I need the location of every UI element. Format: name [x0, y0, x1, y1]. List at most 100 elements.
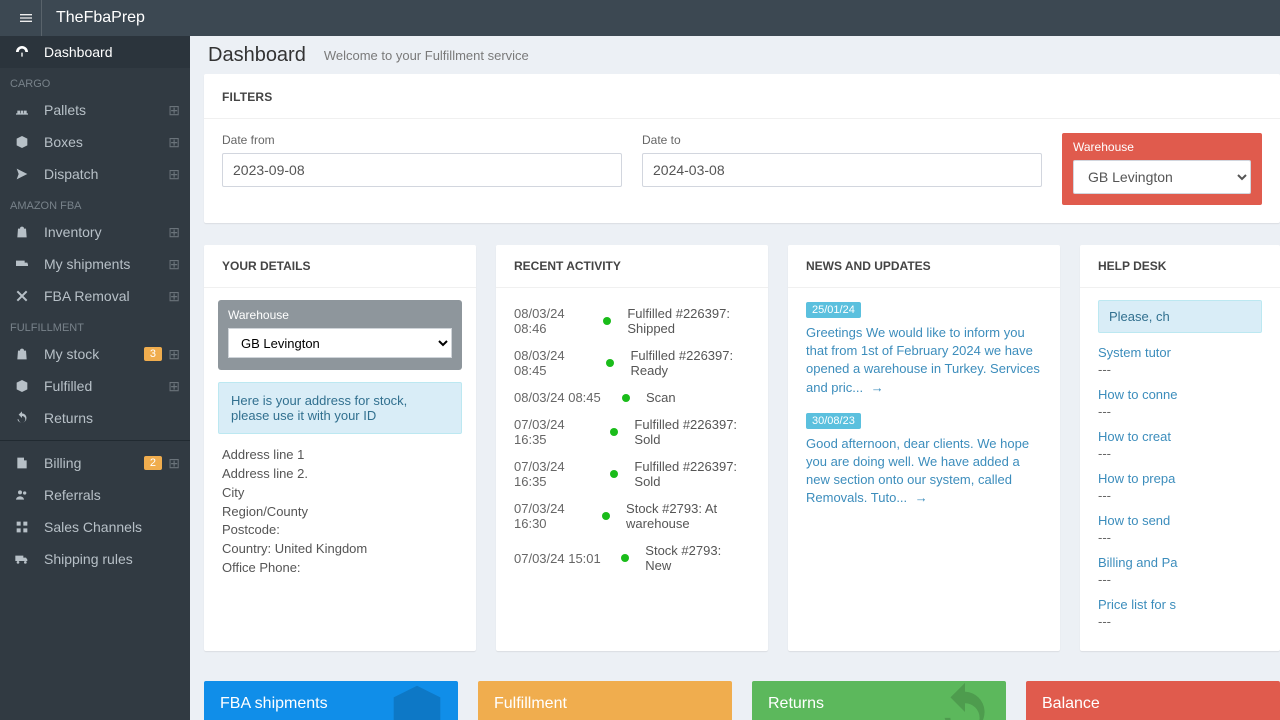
tile-label: Returns: [768, 695, 824, 712]
sidebar-item-label: Boxes: [44, 134, 83, 150]
dispatch-icon: [12, 164, 32, 184]
activity-row: 07/03/24 16:30 Stock #2793: At warehouse: [514, 495, 750, 537]
sidebar-item-dispatch[interactable]: Dispatch ⊞: [0, 158, 190, 190]
help-link[interactable]: How to creat: [1098, 429, 1262, 444]
activity-time: 07/03/24 16:35: [514, 459, 594, 489]
sidebar-item-label: Pallets: [44, 102, 86, 118]
tile-balance[interactable]: Balance: [1026, 681, 1280, 720]
help-link[interactable]: Billing and Pa: [1098, 555, 1262, 570]
your-details-card: YOUR DETAILS Warehouse GB Levington Here…: [204, 245, 476, 651]
address-line: Address line 1: [222, 446, 458, 465]
tile-fulfillment[interactable]: Fulfillment: [478, 681, 732, 720]
activity-time: 07/03/24 15:01: [514, 551, 605, 566]
help-separator: ---: [1098, 446, 1262, 461]
details-warehouse-select[interactable]: GB Levington: [228, 328, 452, 358]
activity-row: 08/03/24 08:46 Fulfilled #226397: Shipped: [514, 300, 750, 342]
activity-row: 07/03/24 16:35Fulfilled #226397: Sold: [514, 411, 750, 453]
help-separator: ---: [1098, 614, 1262, 629]
sidebar-item-mystock[interactable]: My stock 3 ⊞: [0, 338, 190, 370]
recent-activity-card: RECENT ACTIVITY 08/03/24 08:46 Fulfilled …: [496, 245, 768, 651]
help-link[interactable]: How to send: [1098, 513, 1262, 528]
stock-icon: [12, 344, 32, 364]
news-link[interactable]: Greetings We would like to inform you th…: [806, 324, 1042, 397]
date-from-input[interactable]: [222, 153, 622, 187]
sidebar-item-inventory[interactable]: Inventory ⊞: [0, 216, 190, 248]
address-line: Office Phone:: [222, 559, 458, 578]
sidebar-item-pallets[interactable]: Pallets ⊞: [0, 94, 190, 126]
activity-text: Fulfilled #226397: Shipped: [627, 306, 750, 336]
activity-text: Scan: [646, 390, 676, 405]
sidebar-header-fulfillment: FULFILLMENT: [0, 312, 190, 338]
activity-text: Stock #2793: At warehouse: [626, 501, 750, 531]
help-link[interactable]: System tutor: [1098, 345, 1262, 360]
expand-icon: ⊞: [168, 288, 180, 305]
activity-time: 07/03/24 16:30: [514, 501, 586, 531]
activity-time: 08/03/24 08:46: [514, 306, 587, 336]
sidebar-header-cargo: CARGO: [0, 68, 190, 94]
news-date-badge: 30/08/23: [806, 413, 861, 429]
address-line: Postcode:: [222, 521, 458, 540]
warehouse-select[interactable]: GB Levington: [1073, 160, 1251, 194]
warehouse-box: Warehouse GB Levington: [218, 300, 462, 370]
help-link[interactable]: How to prepa: [1098, 471, 1262, 486]
arrow-right-icon: →: [871, 380, 884, 395]
date-from-field: Date from: [222, 133, 622, 205]
help-separator: ---: [1098, 362, 1262, 377]
tile-label: Balance: [1042, 695, 1100, 712]
help-link[interactable]: How to conne: [1098, 387, 1262, 402]
sidebar-item-myshipments[interactable]: My shipments ⊞: [0, 248, 190, 280]
page-header: Dashboard Welcome to your Fulfillment se…: [190, 36, 1280, 74]
help-desk-card: HELP DESK Please, ch System tutor --- How …: [1080, 245, 1280, 651]
top-bar: TheFbaPrep: [0, 0, 1280, 36]
arrow-right-icon: →: [915, 490, 928, 505]
recent-activity-title: RECENT ACTIVITY: [496, 245, 768, 288]
sidebar-item-label: FBA Removal: [44, 288, 130, 304]
sidebar-item-billing[interactable]: Billing 2 ⊞: [0, 447, 190, 479]
news-link[interactable]: Good afternoon, dear clients. We hope yo…: [806, 435, 1042, 508]
sidebar-item-label: Dashboard: [44, 44, 113, 60]
tile-label: FBA shipments: [220, 695, 328, 712]
expand-icon: ⊞: [168, 346, 180, 363]
help-separator: ---: [1098, 404, 1262, 419]
truck-icon: [12, 549, 32, 569]
tile-returns[interactable]: Returns: [752, 681, 1006, 720]
address-info-alert: Here is your address for stock, please u…: [218, 382, 462, 434]
sidebar-item-shippingrules[interactable]: Shipping rules: [0, 543, 190, 575]
help-alert: Please, ch: [1098, 300, 1262, 333]
expand-icon: ⊞: [168, 224, 180, 241]
help-desk-title: HELP DESK: [1080, 245, 1280, 288]
tile-fba-shipments[interactable]: FBA shipments: [204, 681, 458, 720]
expand-icon: ⊞: [168, 102, 180, 119]
sidebar-item-dashboard[interactable]: Dashboard: [0, 36, 190, 68]
bars-icon: [18, 10, 34, 26]
brand[interactable]: TheFbaPrep: [56, 9, 145, 27]
expand-icon: ⊞: [168, 378, 180, 395]
channels-icon: [12, 517, 32, 537]
menu-toggle[interactable]: [10, 0, 42, 36]
activity-time: 08/03/24 08:45: [514, 348, 590, 378]
address-line: Region/County: [222, 503, 458, 522]
activity-text: Stock #2793: New: [645, 543, 750, 573]
activity-row: 07/03/24 16:35Fulfilled #226397: Sold: [514, 453, 750, 495]
sidebar-item-fbaremoval[interactable]: FBA Removal ⊞: [0, 280, 190, 312]
sidebar-item-saleschannels[interactable]: Sales Channels: [0, 511, 190, 543]
sidebar-item-fulfilled[interactable]: Fulfilled ⊞: [0, 370, 190, 402]
sidebar-item-referrals[interactable]: Referrals: [0, 479, 190, 511]
help-separator: ---: [1098, 488, 1262, 503]
help-link[interactable]: Price list for s: [1098, 597, 1262, 612]
filters-box: FILTERS Date from Date to Warehouse GB L…: [204, 74, 1280, 223]
sidebar-item-boxes[interactable]: Boxes ⊞: [0, 126, 190, 158]
help-separator: ---: [1098, 530, 1262, 545]
sidebar-item-returns[interactable]: Returns: [0, 402, 190, 434]
your-details-title: YOUR DETAILS: [204, 245, 476, 288]
returns-icon: [12, 408, 32, 428]
sidebar-item-label: Dispatch: [44, 166, 98, 182]
address-line: City: [222, 484, 458, 503]
date-from-label: Date from: [222, 133, 622, 147]
bag-icon: [12, 222, 32, 242]
expand-icon: ⊞: [168, 256, 180, 273]
address-line: Country: United Kingdom: [222, 540, 458, 559]
sidebar: Dashboard CARGO Pallets ⊞ Boxes ⊞ Dispat…: [0, 36, 190, 720]
date-to-input[interactable]: [642, 153, 1042, 187]
sidebar-item-label: Sales Channels: [44, 519, 142, 535]
